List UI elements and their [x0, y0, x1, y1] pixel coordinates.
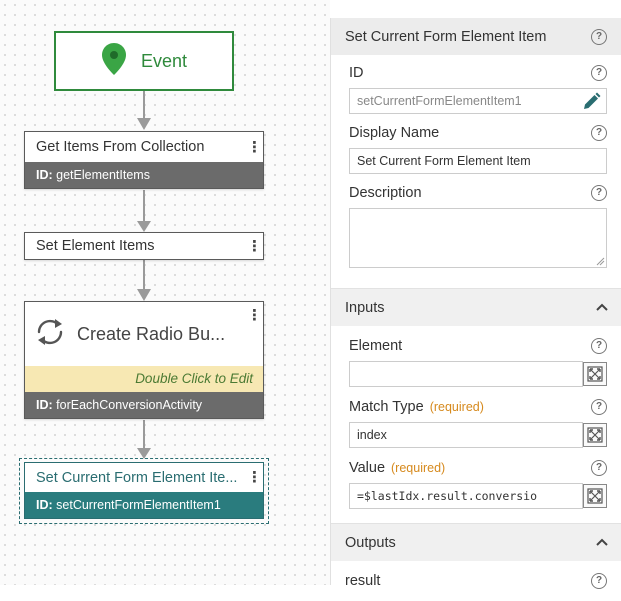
pencil-edit-icon[interactable] [581, 92, 601, 113]
connector-arrow [137, 118, 151, 130]
value-label: Value [349, 460, 386, 476]
panel-title: Set Current Form Element Item [345, 28, 547, 45]
help-icon[interactable]: ? [591, 460, 607, 476]
kebab-menu-icon[interactable]: ⋮ [247, 239, 262, 254]
set-current-form-element-node[interactable]: Set Current Form Element Ite... ⋮ ID: se… [24, 462, 264, 519]
node-id-bar: ID: setCurrentFormElementItem1 [25, 492, 263, 518]
description-label-row: Description ? [349, 183, 607, 203]
general-fields: ID ? setCurrentFormElementItem1 Display … [331, 63, 621, 268]
loop-icon [33, 315, 67, 354]
node-id-value: getElementItems [56, 168, 150, 182]
create-radio-node[interactable]: Create Radio Bu... ⋮ Double Click to Edi… [24, 301, 264, 419]
help-icon[interactable]: ? [591, 338, 607, 354]
match-type-label-row: Match Type (required) ? [349, 397, 607, 417]
expression-builder-button[interactable] [583, 423, 607, 447]
value-field[interactable]: =$lastIdx.result.conversio [349, 483, 583, 509]
node-id-bar: ID: forEachConversionActivity [25, 392, 263, 418]
connector-arrow [137, 221, 151, 232]
connector-arrow [137, 289, 151, 301]
node-id-value: forEachConversionActivity [56, 398, 203, 412]
value-expression: =$lastIdx.result.conversio [357, 489, 538, 503]
help-icon[interactable]: ? [591, 65, 607, 81]
inputs-header-label: Inputs [345, 299, 385, 316]
display-name-label-row: Display Name ? [349, 123, 607, 143]
map-pin-icon [101, 42, 127, 81]
help-icon[interactable]: ? [591, 125, 607, 141]
properties-panel: Set Current Form Element Item ? ID ? set… [330, 18, 621, 589]
id-label: ID [349, 65, 364, 81]
panel-header: Set Current Form Element Item ? [331, 18, 621, 55]
inputs-fields: Element ? Match Type (required) ? index … [331, 336, 621, 509]
element-label-row: Element ? [349, 336, 607, 356]
expand-arrows-icon [587, 427, 603, 443]
inputs-section-header[interactable]: Inputs [331, 288, 621, 326]
set-element-items-node[interactable]: Set Element Items ⋮ [24, 232, 264, 260]
match-type-label-wrap: Match Type (required) [349, 399, 484, 415]
display-name-value: Set Current Form Element Item [357, 154, 531, 168]
element-field[interactable] [349, 361, 583, 387]
outputs-header-label: Outputs [345, 534, 396, 551]
get-items-node[interactable]: Get Items From Collection ⋮ ID: getEleme… [24, 131, 264, 189]
output-item-result: result ? [331, 561, 621, 601]
node-id-value: setCurrentFormElementItem1 [56, 498, 221, 512]
edit-hint: Double Click to Edit [25, 366, 263, 392]
resize-grip-icon[interactable] [595, 256, 605, 266]
element-label: Element [349, 338, 403, 354]
output-label: result [345, 573, 381, 589]
node-title: Get Items From Collection [36, 139, 205, 155]
outputs-section-header[interactable]: Outputs [331, 523, 621, 561]
node-id-label: ID: [36, 498, 53, 512]
node-title: Set Current Form Element Ite... [36, 469, 238, 486]
element-row [349, 361, 607, 387]
value-label-row: Value (required) ? [349, 458, 607, 478]
event-node[interactable]: Event [54, 31, 234, 91]
description-field[interactable] [349, 208, 607, 268]
chevron-up-icon[interactable] [595, 535, 609, 551]
kebab-menu-icon[interactable]: ⋮ [247, 308, 262, 323]
id-value: setCurrentFormElementItem1 [357, 94, 522, 108]
display-name-label: Display Name [349, 125, 440, 141]
required-badge: (required) [429, 400, 484, 414]
help-icon[interactable]: ? [591, 399, 607, 415]
match-type-field[interactable]: index [349, 422, 583, 448]
chevron-up-icon[interactable] [595, 300, 609, 316]
kebab-menu-icon[interactable]: ⋮ [247, 140, 262, 155]
description-label: Description [349, 185, 422, 201]
kebab-menu-icon[interactable]: ⋮ [247, 470, 262, 485]
help-icon[interactable]: ? [591, 185, 607, 201]
node-title: Create Radio Bu... [77, 323, 226, 344]
help-icon[interactable]: ? [591, 573, 607, 589]
expression-builder-button[interactable] [583, 362, 607, 386]
id-label-row: ID ? [349, 63, 607, 83]
id-field[interactable]: setCurrentFormElementItem1 [349, 88, 607, 114]
selected-node-outline[interactable]: Set Current Form Element Ite... ⋮ ID: se… [19, 458, 269, 524]
node-title: Set Element Items [36, 238, 155, 254]
event-label: Event [140, 50, 188, 71]
required-badge: (required) [391, 461, 446, 475]
expression-builder-button[interactable] [583, 484, 607, 508]
display-name-field[interactable]: Set Current Form Element Item [349, 148, 607, 174]
workflow-canvas[interactable]: Event Get Items From Collection ⋮ ID: ge… [0, 0, 330, 585]
node-id-bar: ID: getElementItems [25, 162, 263, 188]
match-type-row: index [349, 422, 607, 448]
expand-arrows-icon [587, 366, 603, 382]
expand-arrows-icon [587, 488, 603, 504]
help-icon[interactable]: ? [591, 28, 607, 45]
node-id-label: ID: [36, 398, 53, 412]
node-id-label: ID: [36, 168, 53, 182]
match-type-value: index [357, 428, 387, 442]
value-row: =$lastIdx.result.conversio [349, 483, 607, 509]
match-type-label: Match Type [349, 399, 424, 415]
value-label-wrap: Value (required) [349, 460, 445, 476]
